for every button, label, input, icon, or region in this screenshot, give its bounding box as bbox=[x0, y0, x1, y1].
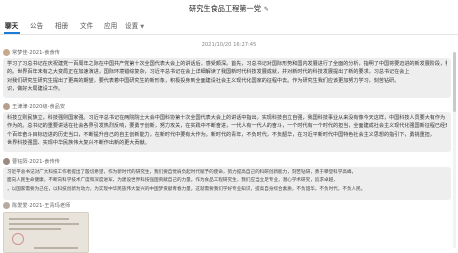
avatar[interactable] bbox=[3, 158, 10, 165]
tab-announcements[interactable]: 公告 bbox=[30, 21, 43, 31]
message-line: ，以国家需要为己任，以科技创新为动力，为实现中华民族伟大复兴的中国梦贡献青春力量… bbox=[7, 186, 366, 192]
avatar[interactable] bbox=[3, 49, 10, 56]
message-line: 识，做好大局建设工作。 bbox=[7, 86, 64, 93]
message-line: 对我们研究生研究生提出了更高的期望，要代表着中国研究生的新形象，积极投身到全面建… bbox=[7, 77, 400, 84]
sender-name: 常梦佳·2021-食食传 bbox=[12, 50, 60, 56]
tab-chat[interactable]: 聊天 bbox=[5, 21, 18, 31]
sender-name: 陈爱爱·2021-王青玛老师 bbox=[12, 203, 71, 209]
image-content bbox=[9, 218, 69, 220]
message-line: 习近平总书记对广大科技工作者提出了殷切希望，作为新时代的研究生，我们要自觉肩负起… bbox=[7, 170, 357, 175]
tab-settings-label: 设置 bbox=[125, 22, 139, 30]
message-line: 的。世界百年未有之大变局正在加速演进，国际环境错综复杂，习近平总书记在会上详细解… bbox=[7, 69, 410, 76]
window-title: 研究生食品工程第一党 ✎ bbox=[0, 0, 458, 18]
avatar[interactable] bbox=[3, 103, 10, 110]
message-sender: 常梦佳·2021-食食传 bbox=[3, 49, 60, 57]
message-line: 作为的。总书记的重要讲话在社会各界引发热烈反响，要勇于创新，努力攻关，在实践中不… bbox=[7, 123, 447, 130]
tab-album[interactable]: 相册 bbox=[55, 21, 68, 31]
scrollbar-thumb[interactable] bbox=[453, 52, 456, 112]
tab-apps[interactable]: 应用 bbox=[104, 21, 117, 31]
message-bubble[interactable]: 学习了习总书记在庆祝建党一百周年之际在中国共产党第十次全国代表大会上的讲话后，感… bbox=[3, 58, 451, 98]
message-line: 个百年奋斗目标迈进的历史当口，不断提升自己的自主创新能力，在新时代中要有大作为。… bbox=[7, 131, 435, 138]
date-separator: 2021/10/20 16:27:45 bbox=[201, 42, 257, 48]
message-bubble[interactable]: 科技立则民族立，科技强则国家强。习近平总书记在两院院士大会中国科协第十次全国代表… bbox=[3, 112, 451, 152]
edit-pencil-icon[interactable]: ✎ bbox=[264, 1, 269, 19]
message-line: 世界科技强国、实现中华民族伟大复兴不断作出新的更大贡献。 bbox=[7, 140, 150, 147]
window-title-text: 研究生食品工程第一党 bbox=[189, 4, 261, 13]
image-message-thumbnail[interactable] bbox=[3, 212, 89, 253]
message-sender: 曹钰阳·2021-食传传 bbox=[3, 158, 60, 166]
message-bubble[interactable]: 习近平总书记对广大科技工作者提出了殷切希望，作为新时代的研究生，我们要自觉肩负起… bbox=[3, 167, 451, 200]
tab-settings[interactable]: 设置 ▼ bbox=[125, 21, 144, 32]
image-content bbox=[9, 223, 79, 225]
avatar[interactable] bbox=[3, 202, 10, 209]
message-line: 面向人民生命健康，不断向科学技术广度和深度进军，为建设世界科技强国贡献自己的力量… bbox=[7, 178, 338, 184]
active-tab-indicator bbox=[4, 32, 20, 34]
tab-bar: 聊天 公告 相册 文件 应用 设置 ▼ bbox=[0, 18, 458, 35]
message-line: 科技立则民族立，科技强则国家强。习近平总书记在两院院士大会中国科协第十次全国代表… bbox=[7, 115, 446, 121]
tab-files[interactable]: 文件 bbox=[80, 21, 93, 31]
sender-name: 王津津·2020级-食品安 bbox=[12, 104, 66, 110]
image-content bbox=[34, 247, 78, 249]
message-sender: 王津津·2020级-食品安 bbox=[3, 103, 65, 111]
chevron-down-icon: ▼ bbox=[140, 24, 145, 30]
sender-name: 曹钰阳·2021-食传传 bbox=[12, 159, 60, 165]
image-content bbox=[9, 228, 61, 230]
message-sender: 陈爱爱·2021-王青玛老师 bbox=[3, 202, 70, 210]
stamp-icon bbox=[12, 233, 24, 245]
message-line: 学习了习总书记在庆祝建党一百周年之际在中国共产党第十次全国代表大会上的讲话后，感… bbox=[7, 61, 447, 67]
